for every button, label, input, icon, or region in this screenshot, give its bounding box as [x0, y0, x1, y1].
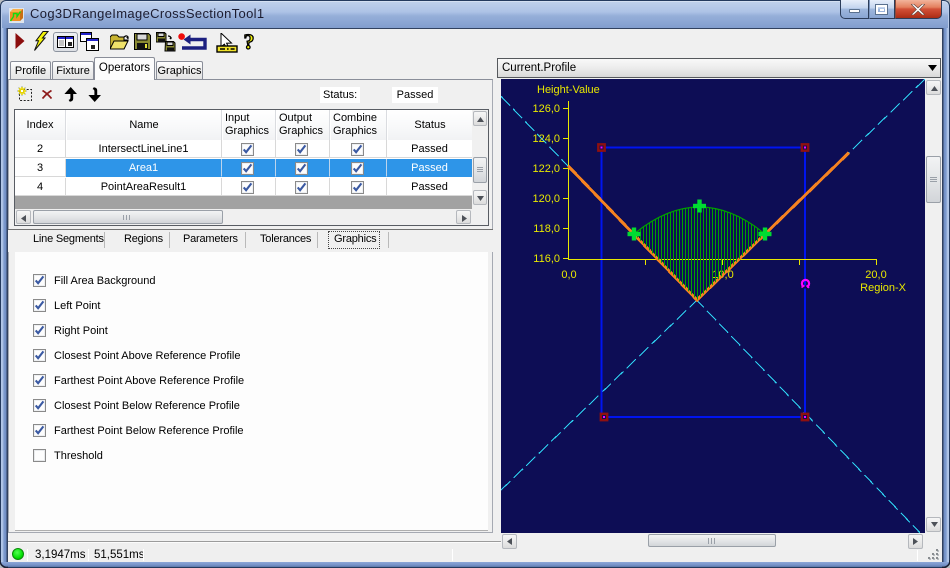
svg-text:126,0: 126,0: [532, 103, 560, 115]
svg-text:122,0: 122,0: [532, 163, 560, 175]
svg-text:0,0: 0,0: [561, 269, 576, 281]
svg-text:118,0: 118,0: [533, 223, 560, 235]
svg-text:120,0: 120,0: [532, 193, 560, 205]
svg-text:Height-Value: Height-Value: [537, 84, 600, 96]
svg-text:Region-X: Region-X: [860, 282, 907, 294]
svg-text:124,0: 124,0: [532, 133, 560, 145]
svg-text:116,0: 116,0: [533, 253, 560, 265]
svg-text:?: ?: [244, 31, 255, 54]
svg-text:20,0: 20,0: [865, 269, 886, 281]
